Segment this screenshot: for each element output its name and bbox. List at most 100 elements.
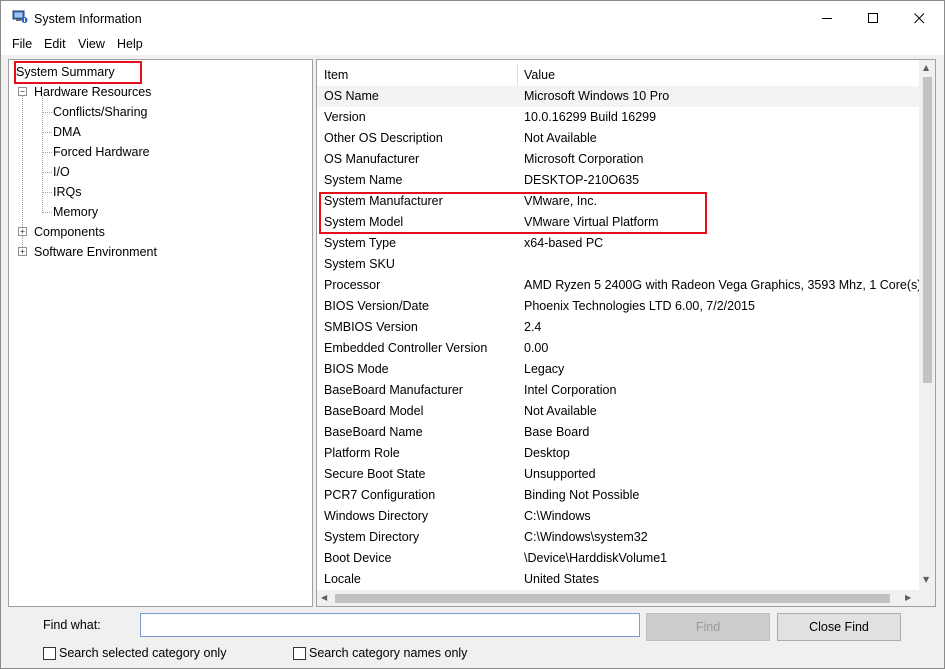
row-item: Other OS Description — [324, 131, 443, 145]
maximize-button[interactable] — [850, 1, 896, 35]
table-row[interactable]: System Name DESKTOP-210O635 — [317, 170, 919, 191]
checkbox-box[interactable] — [43, 646, 56, 660]
row-value: x64-based PC — [524, 236, 604, 250]
row-item: System Type — [324, 236, 397, 250]
search-category-names-checkbox[interactable]: Search category names only — [293, 646, 467, 660]
vertical-scrollbar[interactable]: ▲ ▼ — [919, 60, 935, 590]
table-row[interactable]: BIOS Mode Legacy — [317, 359, 919, 380]
tree-item-components[interactable]: Components — [34, 225, 105, 239]
minimize-button[interactable] — [804, 1, 850, 35]
table-row[interactable]: Processor AMD Ryzen 5 2400G with Radeon V… — [317, 275, 922, 296]
row-value: Desktop — [524, 446, 570, 460]
table-row[interactable]: OS Manufacturer Microsoft Corporation — [317, 149, 919, 170]
table-row[interactable]: Boot Device \Device\HarddiskVolume1 — [317, 548, 919, 569]
tree-item-software-environment[interactable]: Software Environment — [34, 245, 157, 259]
row-value: 2.4 — [524, 320, 542, 334]
row-item: PCR7 Configuration — [324, 488, 436, 502]
tree-connector — [42, 112, 52, 113]
scroll-up-icon[interactable]: ▲ — [923, 63, 929, 72]
row-item: BIOS Mode — [324, 362, 389, 376]
row-item: Locale — [324, 572, 361, 586]
close-icon — [913, 12, 924, 23]
tree-item-hardware-resources[interactable]: Hardware Resources — [34, 85, 151, 99]
row-item: SMBIOS Version — [324, 320, 418, 334]
collapse-hardware-icon[interactable]: − — [18, 87, 27, 96]
tree-connector — [42, 172, 52, 173]
window-title: System Information — [34, 12, 142, 26]
table-row[interactable]: System SKU — [317, 254, 919, 275]
row-item: BaseBoard Name — [324, 425, 423, 439]
tree-item-io[interactable]: I/O — [53, 165, 70, 179]
table-row[interactable]: BIOS Version/Date Phoenix Technologies LT… — [317, 296, 919, 317]
find-what-input[interactable] — [140, 613, 640, 637]
table-row[interactable]: BaseBoard Name Base Board — [317, 422, 919, 443]
table-row[interactable]: OS Name Microsoft Windows 10 Pro — [317, 86, 919, 107]
tree-item-dma[interactable]: DMA — [53, 125, 81, 139]
menu-bar: File Edit View Help — [1, 35, 944, 55]
row-value: Binding Not Possible — [524, 488, 640, 502]
row-value: C:\Windows — [524, 509, 591, 523]
scroll-left-icon[interactable]: ◀ — [321, 593, 327, 602]
table-row[interactable]: PCR7 Configuration Binding Not Possible — [317, 485, 919, 506]
find-button[interactable]: Find — [646, 613, 770, 641]
tree-item-system-summary[interactable]: System Summary — [16, 65, 115, 79]
expand-software-icon[interactable]: + — [18, 247, 27, 256]
row-item: Boot Device — [324, 551, 392, 565]
search-selected-category-checkbox[interactable]: Search selected category only — [43, 646, 226, 660]
row-value: 0.00 — [524, 341, 549, 355]
table-row[interactable]: BaseBoard Manufacturer Intel Corporation — [317, 380, 919, 401]
row-value: Not Available — [524, 404, 597, 418]
table-row[interactable]: Platform Role Desktop — [317, 443, 919, 464]
system-information-app-icon — [12, 10, 28, 23]
expand-components-icon[interactable]: + — [18, 227, 27, 236]
details-list[interactable]: Item Value OS Name Microsoft Windows 10 P… — [316, 59, 936, 607]
row-item: Secure Boot State — [324, 467, 426, 481]
table-row[interactable]: Embedded Controller Version 0.00 — [317, 338, 919, 359]
row-value: Legacy — [524, 362, 565, 376]
table-row[interactable]: Version 10.0.16299 Build 16299 — [317, 107, 919, 128]
table-row[interactable]: SMBIOS Version 2.4 — [317, 317, 919, 338]
row-item: OS Name — [324, 89, 379, 103]
checkbox-box[interactable] — [293, 646, 306, 660]
table-row[interactable]: System Type x64-based PC — [317, 233, 919, 254]
row-item: System SKU — [324, 257, 395, 271]
column-divider[interactable] — [517, 64, 518, 86]
row-value: C:\Windows\system32 — [524, 530, 648, 544]
scroll-down-icon[interactable]: ▼ — [923, 575, 929, 584]
category-tree[interactable]: System Summary − Hardware Resources Conf… — [8, 59, 313, 607]
tree-connector — [42, 192, 52, 193]
scroll-right-icon[interactable]: ▶ — [905, 593, 911, 602]
table-row[interactable]: BaseBoard Model Not Available — [317, 401, 919, 422]
horizontal-scroll-thumb[interactable] — [335, 594, 890, 603]
column-header-item[interactable]: Item — [324, 68, 348, 82]
table-row[interactable]: Other OS Description Not Available — [317, 128, 919, 149]
tree-connector — [42, 152, 52, 153]
tree-item-memory[interactable]: Memory — [53, 205, 98, 219]
column-header: Item Value — [317, 62, 919, 86]
menu-help[interactable]: Help — [117, 37, 143, 51]
system-information-window: System Information File Edit View Help S… — [0, 0, 945, 669]
vertical-scroll-thumb[interactable] — [923, 77, 932, 383]
table-row[interactable]: System Directory C:\Windows\system32 — [317, 527, 919, 548]
row-value: AMD Ryzen 5 2400G with Radeon Vega Graph… — [524, 278, 922, 292]
close-find-button[interactable]: Close Find — [777, 613, 901, 641]
column-header-value[interactable]: Value — [524, 68, 555, 82]
tree-connector — [42, 212, 52, 213]
row-item: BaseBoard Manufacturer — [324, 383, 463, 397]
tree-item-forced-hardware[interactable]: Forced Hardware — [53, 145, 150, 159]
menu-file[interactable]: File — [12, 37, 32, 51]
row-value: Phoenix Technologies LTD 6.00, 7/2/2015 — [524, 299, 755, 313]
row-item: System Directory — [324, 530, 420, 544]
close-window-button[interactable] — [896, 1, 942, 35]
tree-item-conflicts-sharing[interactable]: Conflicts/Sharing — [53, 105, 148, 119]
menu-view[interactable]: View — [78, 37, 105, 51]
row-value: Not Available — [524, 131, 597, 145]
horizontal-scrollbar[interactable]: ◀ ▶ — [317, 590, 919, 606]
tree-item-irqs[interactable]: IRQs — [53, 185, 81, 199]
row-item: Version — [324, 110, 366, 124]
menu-edit[interactable]: Edit — [44, 37, 66, 51]
title-bar[interactable]: System Information — [1, 1, 944, 35]
table-row[interactable]: Windows Directory C:\Windows — [317, 506, 919, 527]
table-row[interactable]: Locale United States — [317, 569, 919, 590]
table-row[interactable]: Secure Boot State Unsupported — [317, 464, 919, 485]
